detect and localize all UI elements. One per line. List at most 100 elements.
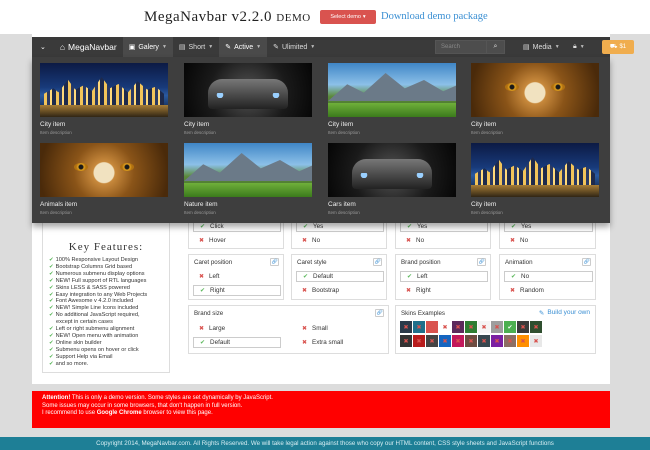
option-right[interactable]: ✖ Right	[400, 285, 431, 296]
skin-swatch[interactable]: ✖	[452, 335, 464, 347]
download-demo-link[interactable]: Download demo package	[381, 11, 488, 22]
skin-swatch[interactable]: ✖	[478, 335, 490, 347]
panel-skins: Skins Examples ✎ Build your own ✖ ✖ ✖ ✖ ✖ ✖ ✖ ✖…	[395, 305, 596, 354]
option-default[interactable]: ✔ Default	[296, 271, 384, 282]
search-input[interactable]: Search	[435, 40, 487, 54]
skin-swatch[interactable]: ✖	[465, 335, 477, 347]
feature-text: NEW! Open menu with animation	[55, 332, 139, 339]
option-large[interactable]: ✖ Large	[193, 323, 225, 334]
build-your-own-link[interactable]: ✎ Build your own	[539, 309, 590, 317]
skin-swatch[interactable]: ✖	[400, 335, 412, 347]
option-random[interactable]: ✖ Random	[504, 285, 544, 296]
nav-label: Ulimited	[281, 43, 308, 51]
gallery-tile[interactable]: Cars item Item description	[328, 143, 456, 215]
option-left[interactable]: ✖ Left	[193, 271, 220, 282]
tile-image	[471, 143, 599, 197]
feature-text: Easy integration to any Web Projects	[55, 291, 148, 298]
panel-heading: Caret position	[194, 259, 233, 266]
feature-item: ✔ Font Awesome v 4.2.0 included	[49, 298, 163, 305]
link-icon[interactable]: 🔗︎	[477, 258, 486, 266]
features-heading: Key Features:	[68, 241, 144, 253]
nav-item-active[interactable]: ✎ Active ▼	[219, 37, 268, 57]
gallery-tile[interactable]: City item Item description	[328, 63, 456, 135]
feature-text: Online skin builder	[55, 339, 102, 346]
check-icon: ✔	[200, 288, 206, 294]
option-right[interactable]: ✔ Right	[193, 285, 281, 296]
skin-swatch[interactable]: ✖	[439, 321, 451, 333]
chevron-down-icon: ▼	[208, 44, 214, 50]
select-demo-button[interactable]: Select demo ▾	[320, 10, 376, 24]
skin-swatch[interactable]: ✖	[439, 335, 451, 347]
panel-heading: Caret style	[297, 259, 327, 266]
option-hover[interactable]: ✖ Hover	[193, 235, 226, 246]
alert-label: Attention!	[42, 395, 71, 401]
link-icon[interactable]: 🔗︎	[582, 258, 591, 266]
option-label: Default	[210, 339, 230, 346]
option-default[interactable]: ✔ Default	[193, 337, 281, 348]
skin-swatch[interactable]: ✖	[491, 321, 503, 333]
option-no[interactable]: ✖ No	[400, 235, 424, 246]
close-icon: ✖	[455, 338, 461, 345]
link-icon[interactable]: 🔗︎	[375, 309, 384, 317]
link-icon[interactable]: 🔗︎	[373, 258, 382, 266]
alert-line: This is only a demo version. Some styles…	[71, 395, 273, 401]
option-label: Left	[417, 273, 428, 280]
skin-swatch[interactable]: ✖	[530, 321, 542, 333]
gallery-tile[interactable]: City item Item description	[184, 63, 312, 135]
skin-swatch[interactable]: ✖	[426, 321, 438, 333]
nav-item-short[interactable]: ▤ Short ▼	[173, 37, 219, 57]
option-label: Extra small	[312, 339, 344, 346]
skin-swatch[interactable]: ✖	[426, 335, 438, 347]
skin-swatch[interactable]: ✖	[491, 335, 503, 347]
panel-heading: Brand size	[194, 310, 224, 317]
gallery-tile[interactable]: City item Item description	[471, 143, 599, 215]
option-no[interactable]: ✖ No	[296, 235, 320, 246]
check-icon: ✔	[507, 324, 513, 331]
skin-swatch[interactable]: ✖	[413, 335, 425, 347]
feature-item: ✔ Skins LESS & SASS powered	[49, 285, 163, 292]
option-bootstrap[interactable]: ✖ Bootstrap	[296, 285, 339, 296]
nav-item-media[interactable]: ▤ Media ▼	[517, 37, 566, 57]
gallery-tile[interactable]: City item Item description	[471, 63, 599, 135]
gallery-tile[interactable]: City item Item description	[40, 63, 168, 135]
check-icon: ✔	[49, 346, 54, 353]
check-icon: ✔	[511, 224, 517, 230]
option-extra-small[interactable]: ✖ Extra small	[296, 337, 343, 348]
gallery-tile[interactable]: Animals item Item description	[40, 143, 168, 215]
nav-item-galery[interactable]: ▣ Galery ▼	[122, 37, 173, 57]
feature-text: Skins LESS & SASS powered	[55, 284, 130, 291]
feature-item: ✔ Left or right submenu alignment	[49, 326, 163, 333]
option-label: No	[521, 273, 530, 280]
skin-swatch[interactable]: ✔	[504, 321, 516, 333]
skin-swatch[interactable]: ✖	[478, 321, 490, 333]
option-small[interactable]: ✖ Small	[296, 323, 328, 334]
check-icon: ✔	[49, 298, 54, 305]
close-icon: ✖	[302, 238, 308, 244]
skin-swatch[interactable]: ✖	[504, 335, 516, 347]
navbar-toggle[interactable]: ⌄	[32, 37, 54, 57]
close-icon: ✖	[199, 326, 205, 332]
brand-label: MegaNavbar	[68, 42, 117, 52]
close-icon: ✖	[406, 288, 412, 294]
search-icon[interactable]: ⌕	[487, 40, 505, 54]
skin-swatch[interactable]: ✖	[517, 321, 529, 333]
cart-button[interactable]: ⛟ $1	[602, 40, 634, 54]
skin-swatch[interactable]: ✖	[465, 321, 477, 333]
feature-text: No additional JavaScript required,	[55, 312, 140, 319]
skin-swatch[interactable]: ✖	[517, 335, 529, 347]
navbar-brand[interactable]: ⌂ MegaNavbar	[54, 37, 123, 57]
nav-item-lock[interactable]: 🔒︎ ▼	[567, 37, 591, 57]
nav-item-ulimited[interactable]: ✎ Ulimited ▼	[267, 37, 321, 57]
skin-swatch[interactable]: ✖	[413, 321, 425, 333]
skin-swatch[interactable]: ✖	[530, 335, 542, 347]
skin-swatch[interactable]: ✖	[452, 321, 464, 333]
close-icon: ✖	[507, 338, 513, 345]
skin-swatch[interactable]: ✖	[400, 321, 412, 333]
option-left[interactable]: ✔ Left	[400, 271, 488, 282]
pencil-icon: ✎	[273, 44, 279, 51]
link-icon[interactable]: 🔗︎	[270, 258, 279, 266]
gallery-tile[interactable]: Nature item Item description	[184, 143, 312, 215]
close-icon: ✖	[455, 324, 461, 331]
option-no[interactable]: ✔ No	[504, 271, 593, 282]
option-no[interactable]: ✖ No	[504, 235, 528, 246]
